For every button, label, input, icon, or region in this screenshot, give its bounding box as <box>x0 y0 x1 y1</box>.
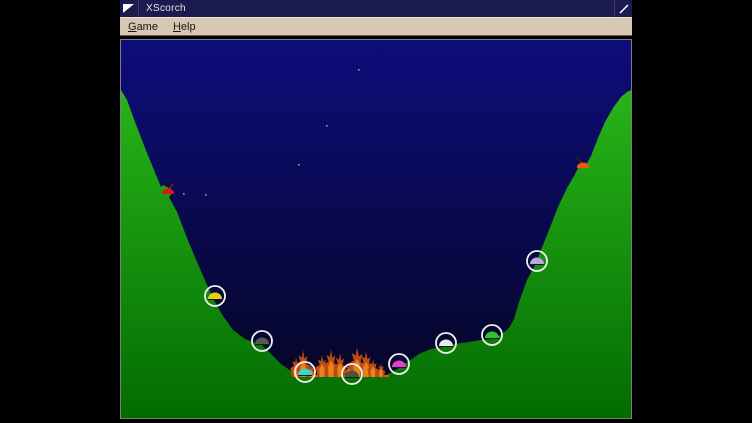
xscorch-window: XScorch Game Help <box>120 0 632 419</box>
wreck-base <box>162 192 174 194</box>
menu-item-help[interactable]: Help <box>173 21 196 33</box>
window-resize-icon <box>618 3 630 15</box>
window-menu-button[interactable] <box>120 0 139 17</box>
window-titlebar[interactable]: XScorch <box>120 0 632 17</box>
star <box>183 193 185 195</box>
star <box>205 194 207 196</box>
game-scene <box>121 40 631 418</box>
menubar: Game Help <box>120 17 632 36</box>
screen: XScorch Game Help <box>0 0 752 423</box>
menu-item-game[interactable]: Game <box>128 21 158 33</box>
window-resize-button[interactable] <box>614 0 632 17</box>
window-title: XScorch <box>139 0 614 17</box>
game-canvas[interactable] <box>120 39 632 419</box>
star <box>358 69 360 71</box>
star <box>298 164 300 166</box>
wreck-base <box>577 166 589 168</box>
window-menu-icon <box>123 4 135 14</box>
star <box>326 125 328 127</box>
